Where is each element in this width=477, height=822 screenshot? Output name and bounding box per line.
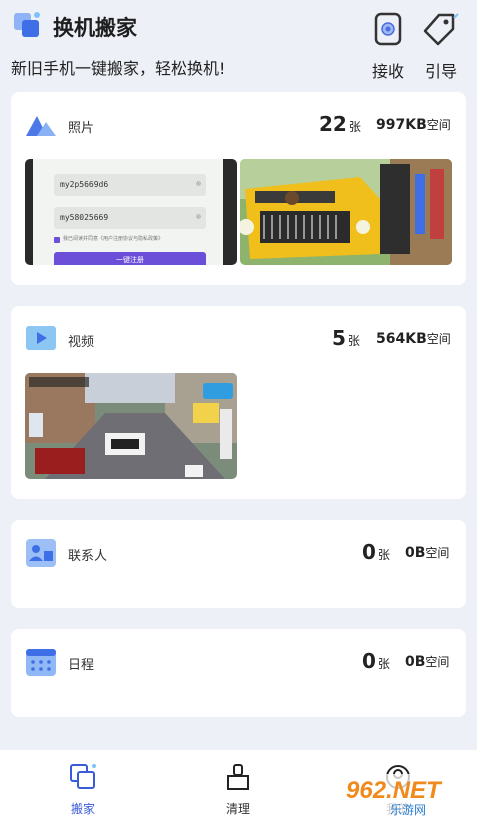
calendar-icon: [26, 649, 56, 676]
watermark-sub: 乐游网: [390, 803, 426, 817]
video-play-icon: [26, 326, 56, 350]
contacts-count: 0张: [362, 540, 390, 564]
move-icon: [70, 764, 96, 789]
tab-move-label: 搬家: [70, 802, 95, 816]
contacts-card[interactable]: 联系人 0张 0B空间: [11, 520, 466, 608]
videos-card[interactable]: 视频 5张 564KB空间: [11, 306, 466, 499]
videos-size: 564KB空间: [376, 331, 451, 347]
schedule-size: 0B空间: [405, 654, 450, 670]
tab-clean[interactable]: 清理: [198, 762, 278, 817]
photos-card[interactable]: 照片 22 张 997KB空间 my2p5669d6 ⊗ my58025669 ⊗ 我…: [11, 92, 466, 285]
game-scene-image: [25, 373, 237, 479]
site-watermark: 962.NET 乐游网: [338, 770, 473, 818]
app-logo-icon: [14, 12, 40, 37]
school-bus-image: [240, 159, 452, 265]
video-thumbnail[interactable]: [25, 373, 237, 479]
app-title: 换机搬家: [53, 16, 137, 40]
receive-label: 接收: [371, 62, 404, 81]
contacts-title: 联系人: [68, 549, 108, 564]
guide-button[interactable]: 引导: [419, 12, 463, 82]
watermark-brand: 962.NET: [346, 777, 443, 804]
agree-checkbox: [54, 237, 60, 243]
schedule-title: 日程: [68, 658, 95, 673]
photo-thumbnail[interactable]: [240, 159, 452, 265]
schedule-count: 0张: [362, 649, 390, 673]
password-field: my58025669 ⊗: [54, 207, 206, 229]
app-header: 换机搬家 新旧手机一键搬家，轻松换机! 接收 引导: [0, 0, 477, 90]
brush-icon: [227, 764, 249, 790]
clear-icon: ⊗: [196, 212, 201, 221]
contacts-icon: [26, 539, 56, 567]
videos-count: 5张: [332, 326, 360, 350]
username-field: my2p5669d6 ⊗: [54, 174, 206, 196]
screenshot-panel: my2p5669d6 ⊗ my58025669 ⊗ 我已阅读并同意《用户注册协议与隐…: [33, 159, 223, 265]
photos-size: 997KB空间: [376, 117, 451, 133]
contacts-size: 0B空间: [405, 545, 450, 561]
photos-count: 22 张: [319, 112, 361, 136]
photo-thumbnail[interactable]: my2p5669d6 ⊗ my58025669 ⊗ 我已阅读并同意《用户注册协议与隐…: [25, 159, 237, 265]
watermark-logo: 962.NET 乐游网: [340, 774, 471, 817]
register-button: 一键注册: [54, 252, 206, 265]
agree-text: 我已阅读并同意《用户注册协议与隐私政策》: [63, 236, 164, 242]
photo-mountain-icon: [26, 116, 56, 136]
tab-clean-label: 清理: [225, 802, 250, 816]
guide-label: 引导: [424, 62, 457, 81]
receive-button[interactable]: 接收: [366, 12, 410, 82]
tag-guide-icon: [423, 13, 459, 46]
app-subtitle: 新旧手机一键搬家，轻松换机!: [11, 59, 226, 78]
videos-title: 视频: [68, 335, 95, 350]
tab-move[interactable]: 搬家: [43, 762, 123, 817]
phone-receive-icon: [374, 12, 402, 46]
photos-title: 照片: [68, 121, 95, 136]
schedule-card[interactable]: 日程 0张 0B空间: [11, 629, 466, 717]
clear-icon: ⊗: [196, 179, 201, 188]
